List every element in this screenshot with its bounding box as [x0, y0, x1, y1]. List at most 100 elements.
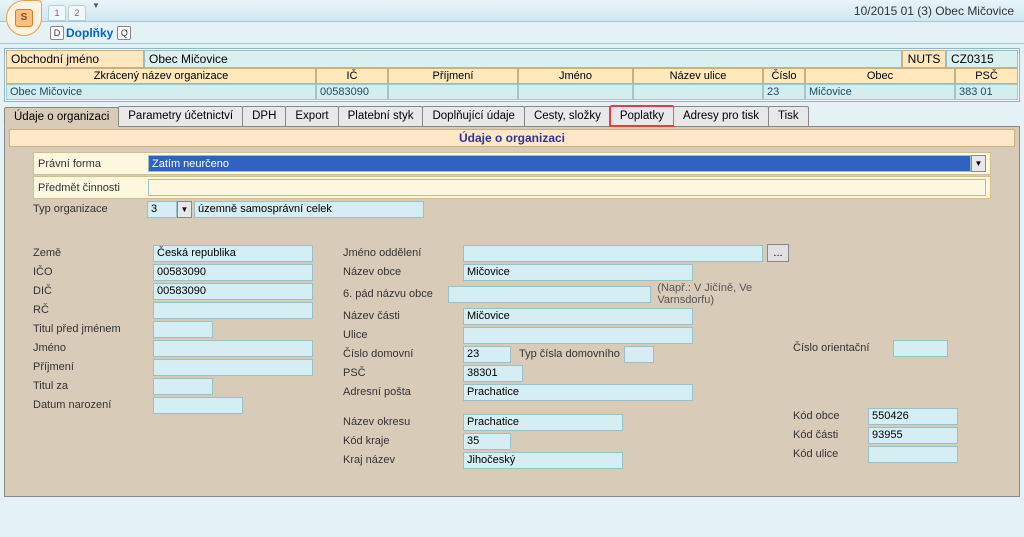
- chevron-down-icon[interactable]: ▼: [92, 1, 100, 21]
- input-kraj-nazev[interactable]: Jihočeský: [463, 452, 623, 469]
- browse-oddeleni-button[interactable]: ...: [767, 244, 789, 262]
- label-kraj-nazev: Kraj název: [343, 454, 463, 466]
- cell-psc[interactable]: 383 01: [955, 84, 1018, 100]
- input-6pad[interactable]: [448, 286, 651, 303]
- label-kod-kraje: Kód kraje: [343, 435, 463, 447]
- tab-doplnujici[interactable]: Doplňující údaje: [422, 106, 524, 126]
- label-kod-ulice: Kód ulice: [793, 448, 868, 460]
- col-obec[interactable]: Obec: [805, 68, 955, 84]
- cell-zkraceny[interactable]: Obec Mičovice: [6, 84, 316, 100]
- tab-parametry[interactable]: Parametry účetnictví: [118, 106, 243, 126]
- panel-udaje: Údaje o organizaci Právní forma Zatím ne…: [4, 127, 1020, 497]
- input-datum-narozeni[interactable]: [153, 397, 243, 414]
- label-ico: IČO: [33, 266, 153, 278]
- input-cislo-orientacni[interactable]: [893, 340, 948, 357]
- label-kod-casti: Kód části: [793, 429, 868, 441]
- titlebar: S 1 2 ▼ 10/2015 01 (3) Obec Mičovice: [0, 0, 1024, 22]
- input-kod-kraje[interactable]: 35: [463, 433, 511, 450]
- key-hint-q: Q: [117, 26, 131, 40]
- input-jmeno[interactable]: [153, 340, 313, 357]
- input-titul-za[interactable]: [153, 378, 213, 395]
- col-prijmeni[interactable]: Příjmení: [388, 68, 518, 84]
- label-zeme: Země: [33, 247, 153, 259]
- input-titul-pred[interactable]: [153, 321, 213, 338]
- cell-prijmeni[interactable]: [388, 84, 518, 100]
- tab-bar: Údaje o organizaci Parametry účetnictví …: [4, 106, 1020, 127]
- label-datum-narozeni: Datum narození: [33, 399, 153, 411]
- input-kod-ulice[interactable]: [868, 446, 958, 463]
- tab-poplatky[interactable]: Poplatky: [610, 106, 674, 126]
- value-obchodni-jmeno[interactable]: Obec Mičovice: [144, 50, 902, 68]
- col-jmeno[interactable]: Jméno: [518, 68, 633, 84]
- input-typ-org-code[interactable]: 3: [147, 201, 177, 218]
- cell-jmeno[interactable]: [518, 84, 633, 100]
- input-ulice[interactable]: [463, 327, 693, 344]
- input-jmeno-oddeleni[interactable]: [463, 245, 763, 262]
- grid-row[interactable]: Obec Mičovice 00583090 23 Mičovice 383 0…: [6, 84, 1018, 100]
- col-ic[interactable]: IČ: [316, 68, 388, 84]
- input-ico[interactable]: 00583090: [153, 264, 313, 281]
- input-cislo-domovni[interactable]: 23: [463, 346, 511, 363]
- app-menu-icon[interactable]: S: [6, 0, 42, 36]
- label-nazev-obce: Název obce: [343, 266, 463, 278]
- input-prijmeni[interactable]: [153, 359, 313, 376]
- label-nuts: NUTS: [902, 50, 946, 68]
- header-form: Obchodní jméno Obec Mičovice NUTS CZ0315…: [4, 48, 1020, 102]
- label-typ-organizace: Typ organizace: [33, 203, 147, 215]
- quick-tab-1[interactable]: 1: [48, 5, 66, 21]
- input-dic[interactable]: 00583090: [153, 283, 313, 300]
- label-pravni-forma: Právní forma: [38, 158, 148, 170]
- label-6pad: 6. pád názvu obce: [343, 288, 448, 300]
- value-nuts[interactable]: CZ0315: [946, 50, 1018, 68]
- col-zkraceny-nazev[interactable]: Zkrácený název organizace: [6, 68, 316, 84]
- col-psc[interactable]: PSČ: [955, 68, 1018, 84]
- tab-adresy-tisk[interactable]: Adresy pro tisk: [673, 106, 769, 126]
- input-predmet-cinnosti[interactable]: [148, 179, 986, 196]
- label-jmeno-oddeleni: Jméno oddělení: [343, 247, 463, 259]
- input-nazev-obce[interactable]: Mičovice: [463, 264, 693, 281]
- input-nazev-okresu[interactable]: Prachatice: [463, 414, 623, 431]
- input-kod-obce[interactable]: 550426: [868, 408, 958, 425]
- cell-ulice[interactable]: [633, 84, 763, 100]
- cell-obec[interactable]: Mičovice: [805, 84, 955, 100]
- label-nazev-okresu: Název okresu: [343, 416, 463, 428]
- tab-udaje-organizaci[interactable]: Údaje o organizaci: [4, 107, 119, 127]
- label-predmet-cinnosti: Předmět činnosti: [38, 182, 148, 194]
- label-dic: DIČ: [33, 285, 153, 297]
- tab-dph[interactable]: DPH: [242, 106, 286, 126]
- tab-tisk[interactable]: Tisk: [768, 106, 809, 126]
- label-ulice: Ulice: [343, 329, 463, 341]
- input-typ-org-desc[interactable]: územně samosprávní celek: [194, 201, 424, 218]
- quick-tabs: 1 2 ▼: [48, 1, 100, 21]
- input-rc[interactable]: [153, 302, 313, 319]
- label-obchodni-jmeno: Obchodní jméno: [6, 50, 144, 68]
- dropdown-pravni-forma[interactable]: ▼: [971, 155, 986, 172]
- label-prijmeni: Příjmení: [33, 361, 153, 373]
- col-nazev-ulice[interactable]: Název ulice: [633, 68, 763, 84]
- input-nazev-casti[interactable]: Mičovice: [463, 308, 693, 325]
- input-zeme[interactable]: Česká republika: [153, 245, 313, 262]
- input-kod-casti[interactable]: 93955: [868, 427, 958, 444]
- grid-header: Zkrácený název organizace IČ Příjmení Jm…: [6, 68, 1018, 84]
- quick-tab-2[interactable]: 2: [68, 5, 86, 21]
- dropdown-typ-org[interactable]: ▼: [177, 201, 192, 218]
- label-cislo-orientacni: Číslo orientační: [793, 342, 893, 354]
- cell-cislo[interactable]: 23: [763, 84, 805, 100]
- input-pravni-forma[interactable]: Zatím neurčeno: [148, 155, 971, 172]
- ribbon-link-doplnky[interactable]: Doplňky: [66, 26, 113, 40]
- tab-cesty-slozky[interactable]: Cesty, složky: [524, 106, 611, 126]
- app-icon-letter: S: [15, 9, 33, 27]
- label-kod-obce: Kód obce: [793, 410, 868, 422]
- tab-platebni-styk[interactable]: Platební styk: [338, 106, 424, 126]
- input-adresni-posta[interactable]: Prachatice: [463, 384, 693, 401]
- col-cislo[interactable]: Číslo: [763, 68, 805, 84]
- panel-title: Údaje o organizaci: [9, 129, 1015, 147]
- label-rc: RČ: [33, 304, 153, 316]
- input-psc[interactable]: 38301: [463, 365, 523, 382]
- tab-export[interactable]: Export: [285, 106, 338, 126]
- label-cislo-domovni: Číslo domovní: [343, 348, 463, 360]
- cell-ic[interactable]: 00583090: [316, 84, 388, 100]
- input-typ-cisla[interactable]: [624, 346, 654, 363]
- window-title-text: 10/2015 01 (3) Obec Mičovice: [854, 4, 1018, 18]
- label-typ-cisla: Typ čísla domovního: [519, 348, 620, 360]
